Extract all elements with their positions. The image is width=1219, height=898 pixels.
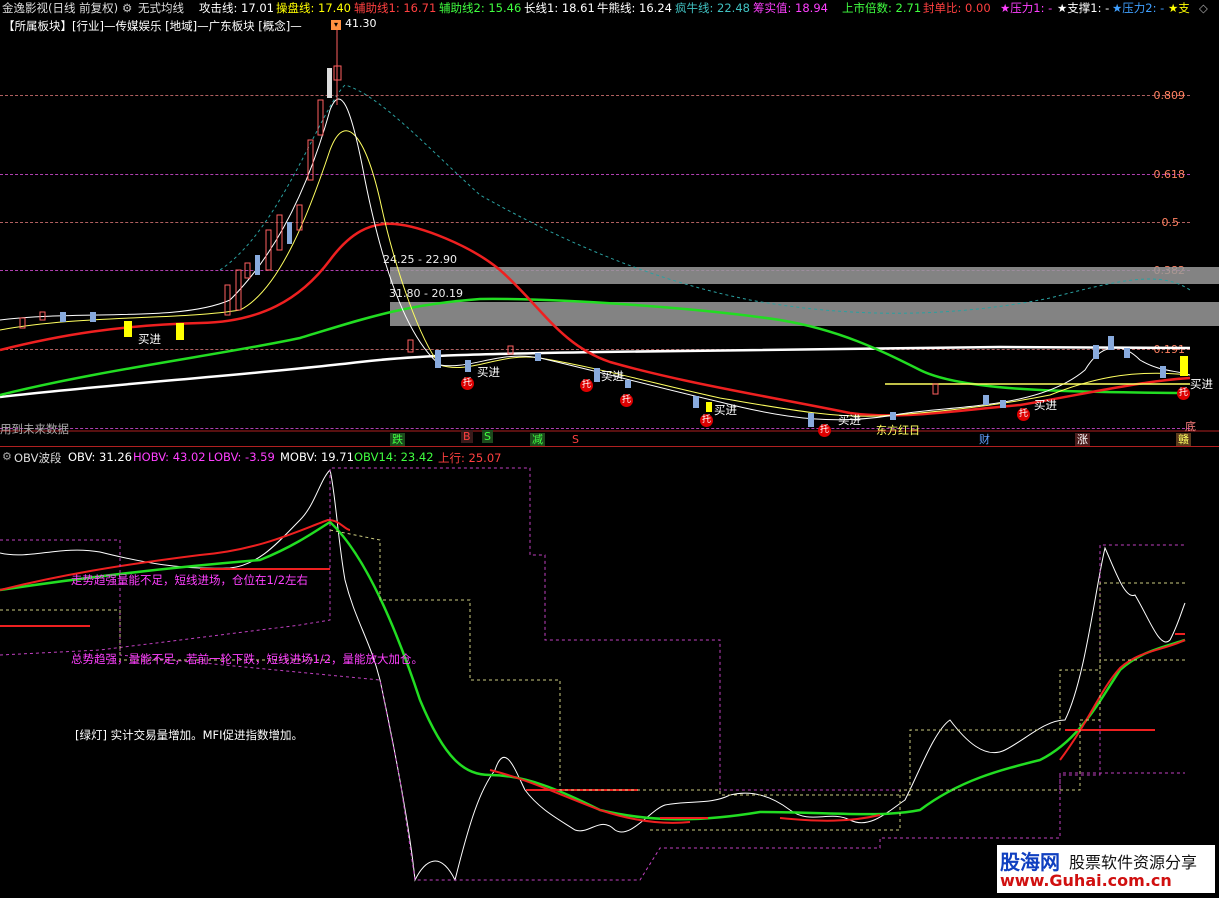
obv-title[interactable]: OBV波段 (14, 450, 61, 466)
up-value: 上行: 25.07 (438, 451, 502, 465)
buy-signal: 买进 (714, 403, 737, 417)
obv14-value: OBV14: 23.42 (354, 450, 434, 464)
buy-signal: 买进 (477, 365, 500, 379)
signal-jian: 减 (530, 433, 545, 446)
tuo-marker: 托 (818, 424, 831, 437)
up-trend-line (0, 518, 1186, 824)
obv-settings-icon[interactable]: ⚙ (2, 450, 12, 463)
mobv-lower (0, 609, 1185, 831)
signal-s: S (482, 430, 493, 443)
lobv-value: LOBV: -3.59 (208, 450, 275, 464)
signal-zhang: 涨 (1075, 433, 1090, 446)
mobv-value: MOBV: 19.71 (280, 450, 354, 464)
mobv-upper (329, 529, 1185, 796)
obv14-line (0, 520, 1186, 821)
watermark-slogan: 股票软件资源分享 (1069, 853, 1198, 872)
signal-b: B (461, 430, 473, 443)
obv-value: OBV: 31.26 (68, 450, 132, 464)
price-chart (0, 30, 1219, 882)
trend-note-1: 走势趋强量能不足，短线进场，仓位在1/2左右 (71, 573, 309, 587)
trend-note-2: 总势趋强，量能不足，若前一轮下跌，短线进场1/2，量能放大加仓。 (71, 652, 424, 666)
peak-price: 41.30 (345, 17, 377, 30)
obv-line (0, 469, 1186, 882)
tuo-marker: 托 (1177, 387, 1190, 400)
watermark-url: www.Guhai.com.cn (1000, 871, 1172, 890)
panel-separator (0, 446, 1219, 447)
tuo-marker: 托 (1017, 408, 1030, 421)
signal-die: 跌 (390, 433, 405, 446)
buy-signal: 买进 (838, 413, 861, 427)
future-data-label: 用到未来数据 (0, 422, 69, 436)
hobv-value: HOBV: 43.02 (133, 450, 206, 464)
lobv-line (0, 539, 1185, 881)
signal-dongfanghongri: 东方红日 (876, 424, 920, 437)
tuo-marker: 托 (580, 379, 593, 392)
tuo-marker: 托 (461, 377, 474, 390)
buy-signal: 买进 (601, 369, 624, 383)
tuo-marker: 托 (620, 394, 633, 407)
obv-panel (0, 467, 1186, 882)
buy-signal: 买进 (138, 332, 161, 346)
signal-gan: 赣 (1176, 433, 1191, 446)
cyan-bull-line (219, 84, 1191, 314)
red-ma-line (0, 222, 1191, 417)
green-light-note: [绿灯] 实计交易量增加。MFI促进指数增加。 (75, 728, 304, 742)
signal-di: 底 (1185, 420, 1196, 433)
buy-signal: 买进 (1190, 377, 1213, 391)
watermark: 股海网 股票软件资源分享 www.Guhai.com.cn (997, 845, 1215, 893)
tuo-marker: 托 (700, 414, 713, 427)
signal-s-red: S (572, 433, 579, 446)
peak-marker: ▾ (331, 20, 341, 30)
signal-cai: 财 (979, 433, 990, 446)
buy-signal: 买进 (1034, 398, 1057, 412)
